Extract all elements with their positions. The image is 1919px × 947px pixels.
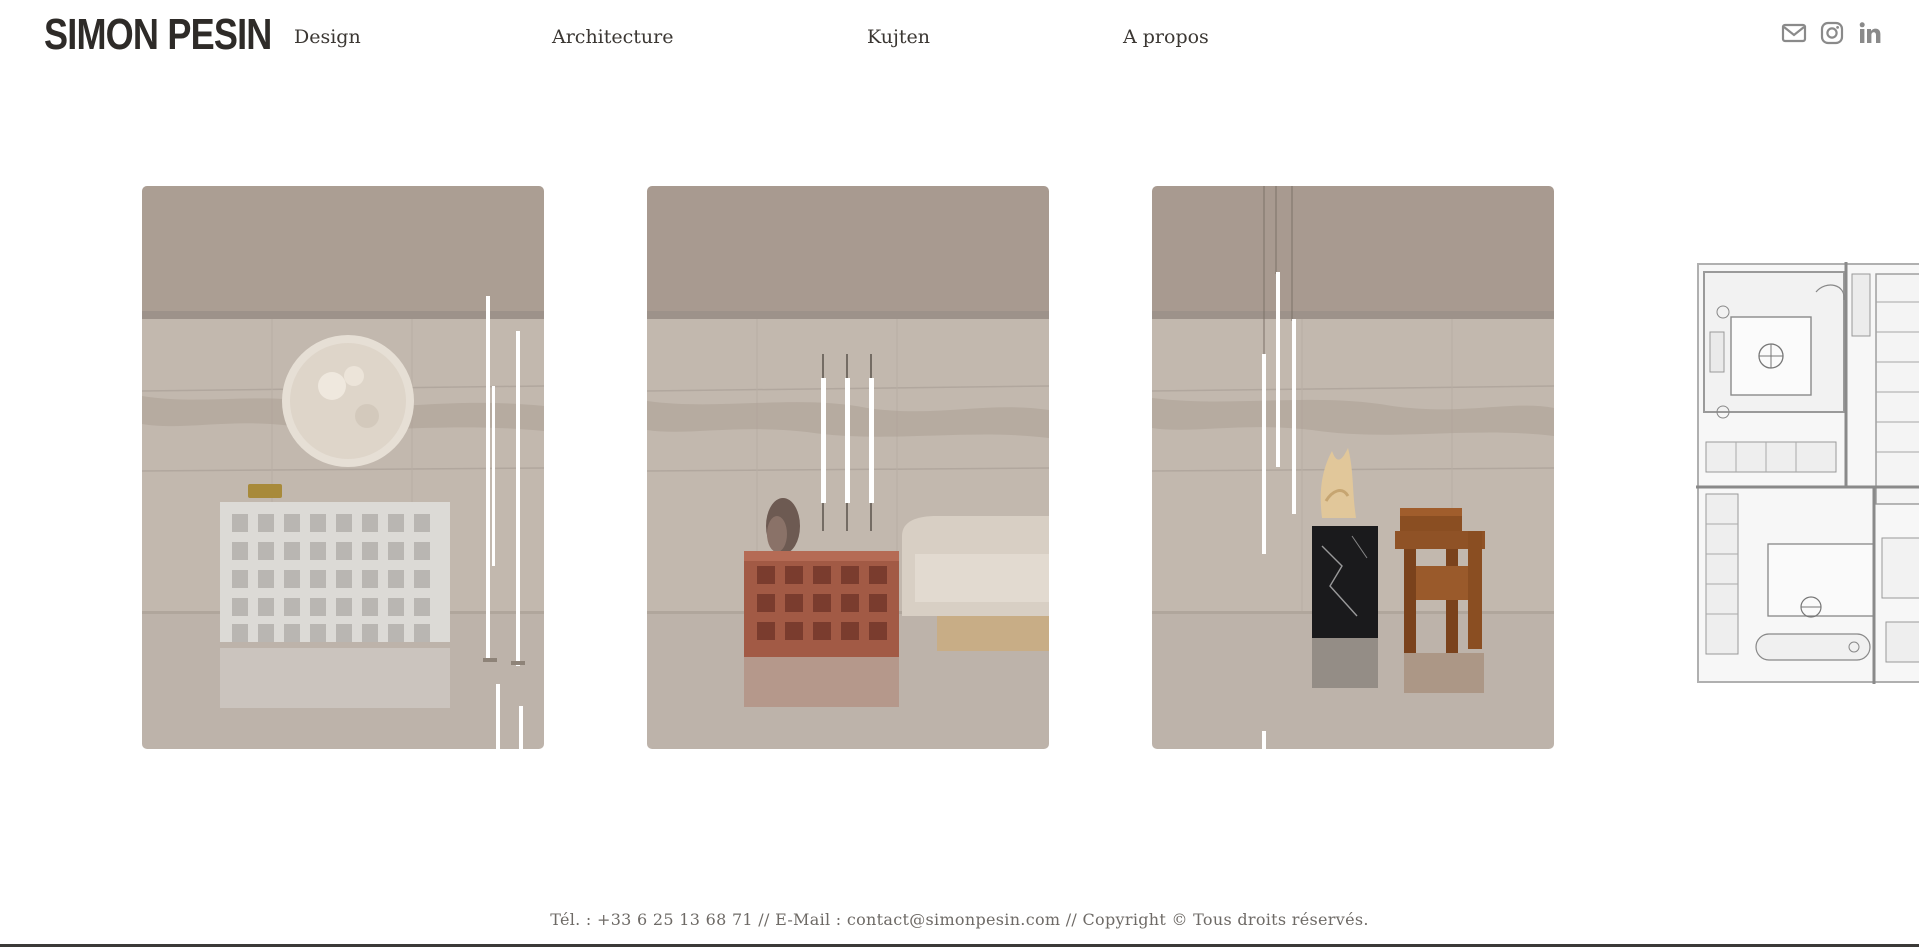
social-links <box>1781 20 1883 46</box>
instagram-icon[interactable] <box>1819 20 1845 46</box>
nav-design[interactable]: Design <box>294 24 361 50</box>
nav-kujten[interactable]: Kujten <box>867 24 930 50</box>
nav-architecture[interactable]: Architecture <box>552 24 673 50</box>
gallery-image-marble-console[interactable] <box>142 186 544 749</box>
project-gallery <box>0 186 1919 751</box>
mail-icon[interactable] <box>1781 20 1807 46</box>
site-header: SIMON PESIN Design Architecture Kujten A… <box>0 0 1919 75</box>
nav-a-propos[interactable]: A propos <box>1123 24 1209 50</box>
gallery-image-floor-plan[interactable] <box>1696 262 1919 684</box>
linkedin-icon[interactable] <box>1857 20 1883 46</box>
gallery-image-wooden-chair[interactable] <box>1152 186 1554 749</box>
site-footer: Tél. : +33 6 25 13 68 71 // E-Mail : con… <box>550 910 1369 929</box>
site-logo[interactable]: SIMON PESIN <box>44 12 272 58</box>
gallery-image-terracotta-table[interactable] <box>647 186 1049 749</box>
